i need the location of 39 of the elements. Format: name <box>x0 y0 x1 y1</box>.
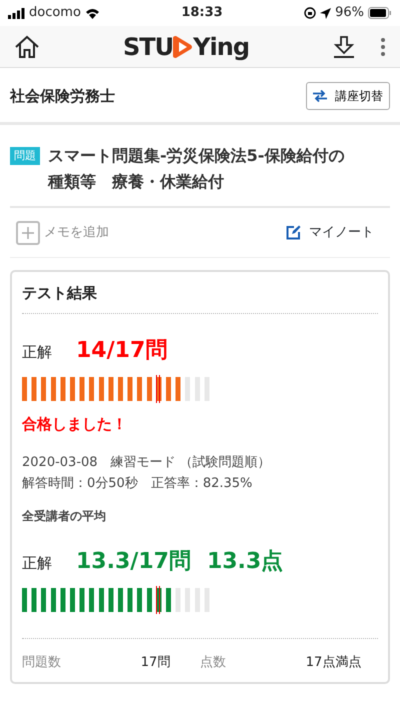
battery-icon <box>368 7 392 19</box>
question-title: スマート問題集-労災保険法5-保険給付の種類等 療養・休業給付 <box>48 145 346 193</box>
result-heading: テスト結果 <box>22 282 378 314</box>
summary-label: 問題数 <box>22 654 62 672</box>
logo-text: Ying <box>193 32 250 62</box>
score-points: 13.3点 <box>206 548 284 576</box>
status-time: 18:33 <box>180 4 224 22</box>
signal-icon <box>8 8 25 18</box>
result-info: 2020-03-08 練習モード （試験問題順） <box>22 454 272 472</box>
course-title: 社会保険労務士 <box>10 86 115 107</box>
swap-icon <box>313 90 327 102</box>
score-label: 正解 <box>22 552 52 574</box>
edit-icon <box>286 225 301 240</box>
download-icon[interactable] <box>332 34 356 58</box>
more-icon[interactable] <box>380 36 386 56</box>
score-label: 正解 <box>22 342 52 363</box>
score-value: 14/17問 <box>76 336 168 365</box>
carrier-name: docomo <box>29 4 81 22</box>
play-icon <box>173 36 194 58</box>
wifi-icon <box>84 8 100 18</box>
summary-value: 17問 <box>140 654 172 672</box>
score-value: 13.3/17問 <box>76 548 191 576</box>
summary-value: 17点満点 <box>304 654 362 672</box>
my-note-button[interactable]: マイノート <box>270 216 390 250</box>
result-info: 解答時間：0分50秒 正答率：82.35% <box>22 474 254 493</box>
location-icon <box>320 8 332 18</box>
summary-label: 点数 <box>200 654 227 672</box>
logo-text: STU <box>122 32 174 62</box>
pass-line <box>156 586 160 614</box>
switch-course-button[interactable]: 講座切替 <box>306 82 390 110</box>
add-memo-button[interactable]: メモを追加 <box>16 220 109 245</box>
home-icon[interactable] <box>14 34 40 58</box>
plus-icon <box>16 220 40 245</box>
average-heading: 全受講者の平均 <box>22 508 107 525</box>
rotation-lock-icon <box>304 7 316 19</box>
pass-line <box>156 374 160 403</box>
question-tag: 問題 <box>10 147 40 165</box>
battery-percent: 96% <box>335 4 364 22</box>
pass-message: 合格しました！ <box>22 414 128 435</box>
